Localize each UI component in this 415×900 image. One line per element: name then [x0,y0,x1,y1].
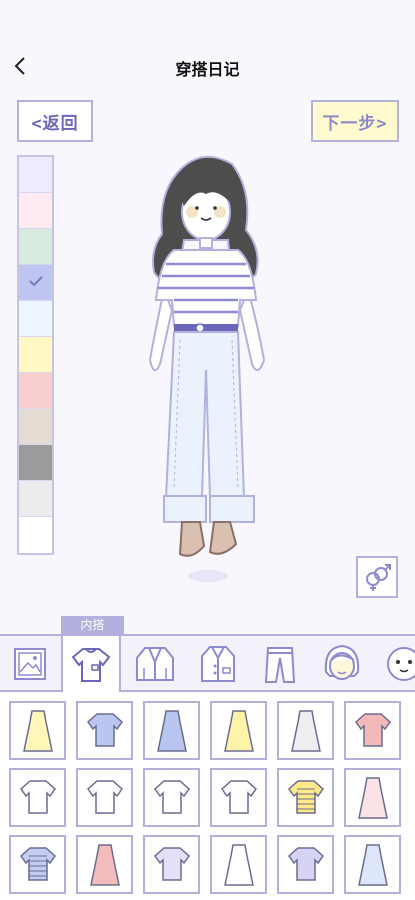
gender-switch-button[interactable] [356,556,398,598]
color-swatch[interactable] [19,265,52,301]
color-swatch[interactable] [19,229,52,265]
tshirt-icon [71,648,111,682]
blue-pinafore-icon [156,709,187,752]
clothing-item[interactable] [277,768,334,827]
photo-icon [14,648,46,680]
color-swatch[interactable] [19,517,52,553]
clothing-item[interactable] [210,701,267,760]
color-swatch[interactable] [19,157,52,193]
jacket-icon [136,647,174,681]
clothing-item[interactable] [277,701,334,760]
clothing-item[interactable] [9,835,66,894]
clothing-item[interactable] [9,768,66,827]
pink-collar-dress-icon [357,776,388,819]
yellow-ruffle-dress-icon [223,709,254,752]
grey-dress-icon [290,709,321,752]
sailor-top-icon [19,779,56,814]
clothing-item[interactable] [143,835,200,894]
hair-icon [324,644,360,680]
yellow-striped-top-icon [287,779,324,814]
gender-symbol-icon [366,564,391,591]
color-swatch[interactable] [19,409,52,445]
clothing-item[interactable] [76,701,133,760]
color-swatch[interactable] [19,373,52,409]
pink-dress-icon [89,843,120,886]
tab-inner-wear[interactable] [61,636,121,694]
clothing-item[interactable] [9,701,66,760]
clothing-item[interactable] [344,768,401,827]
page-title: 穿搭日记 [175,60,240,79]
lavender-top-icon [153,846,190,881]
category-bar [0,634,415,694]
tab-face[interactable] [374,636,415,692]
blue-shirt-icon [86,712,123,747]
white-tie-shirt-icon [86,779,123,814]
clothing-item[interactable] [344,835,401,894]
category-label: 内搭 [61,616,124,635]
tab-hair[interactable] [312,636,372,692]
color-palette [17,155,54,555]
character-figure [148,156,266,582]
color-swatch[interactable] [19,481,52,517]
clothing-item[interactable] [76,768,133,827]
color-swatch[interactable] [19,445,52,481]
white-camisole-icon [220,779,257,814]
pink-blouse-icon [354,712,391,747]
coat-icon [201,646,235,682]
face-icon [387,647,415,681]
purple-crop-top-icon [287,846,324,881]
clothing-item[interactable] [277,835,334,894]
pants-icon [264,647,296,683]
color-swatch[interactable] [19,301,52,337]
tab-background[interactable] [0,636,60,692]
tab-jacket[interactable] [125,636,185,692]
next-step-button[interactable]: 下一步> [311,100,399,142]
checkmark-icon [29,276,43,287]
nav-bar: 穿搭日记 [0,44,415,88]
white-shirt-icon [153,779,190,814]
clothing-item[interactable] [76,835,133,894]
clothing-item[interactable] [143,768,200,827]
clothing-grid [0,692,415,900]
back-button[interactable]: <返回 [17,100,93,142]
clothing-item[interactable] [210,835,267,894]
color-swatch[interactable] [19,193,52,229]
clothing-item[interactable] [210,768,267,827]
white-long-dress-icon [223,843,254,886]
tab-pants[interactable] [250,636,310,692]
clothing-item[interactable] [143,701,200,760]
blue-striped-top-icon [19,846,56,881]
clothing-item[interactable] [344,701,401,760]
blue-shirt-dress-icon [357,843,388,886]
tab-coat[interactable] [188,636,248,692]
color-swatch[interactable] [19,337,52,373]
yellow-dress-icon [22,709,53,752]
